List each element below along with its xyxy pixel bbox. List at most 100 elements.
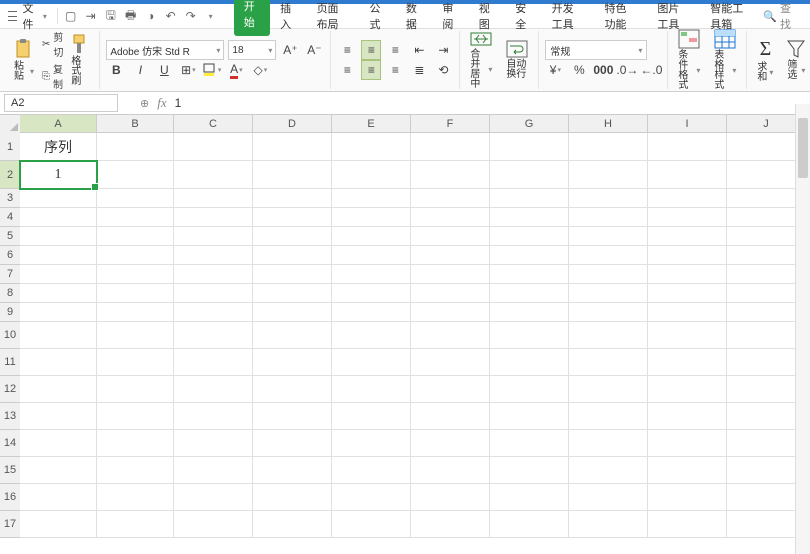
cell-G1[interactable] bbox=[490, 133, 569, 161]
cell-H7[interactable] bbox=[569, 265, 648, 284]
cell-A6[interactable] bbox=[20, 246, 97, 265]
scrollbar-thumb[interactable] bbox=[798, 118, 808, 178]
cell-B9[interactable] bbox=[97, 303, 174, 322]
filter-button[interactable]: 筛选▾ bbox=[783, 38, 809, 83]
row-header-17[interactable]: 17 bbox=[0, 511, 21, 538]
cell-B3[interactable] bbox=[97, 189, 174, 208]
cell-A5[interactable] bbox=[20, 227, 97, 246]
cell-D12[interactable] bbox=[253, 376, 332, 403]
cell-H2[interactable] bbox=[569, 161, 648, 189]
cell-G6[interactable] bbox=[490, 246, 569, 265]
cell-E7[interactable] bbox=[332, 265, 411, 284]
col-header-H[interactable]: H bbox=[569, 115, 648, 133]
zoom-fx-icon[interactable]: ⊕ bbox=[140, 97, 149, 110]
comma-button[interactable]: 000 bbox=[593, 60, 613, 80]
cell-C12[interactable] bbox=[174, 376, 253, 403]
row-header-6[interactable]: 6 bbox=[0, 246, 21, 265]
formula-input[interactable]: 1 bbox=[175, 96, 182, 110]
cell-B2[interactable] bbox=[97, 161, 174, 189]
col-header-F[interactable]: F bbox=[411, 115, 490, 133]
cell-F11[interactable] bbox=[411, 349, 490, 376]
cell-G15[interactable] bbox=[490, 457, 569, 484]
cell-F7[interactable] bbox=[411, 265, 490, 284]
cell-E14[interactable] bbox=[332, 430, 411, 457]
cell-E6[interactable] bbox=[332, 246, 411, 265]
cell-F4[interactable] bbox=[411, 208, 490, 227]
cell-I13[interactable] bbox=[648, 403, 727, 430]
cell-F17[interactable] bbox=[411, 511, 490, 538]
cell-E10[interactable] bbox=[332, 322, 411, 349]
cell-G12[interactable] bbox=[490, 376, 569, 403]
cell-I10[interactable] bbox=[648, 322, 727, 349]
bold-button[interactable]: B bbox=[106, 60, 126, 80]
cell-A7[interactable] bbox=[20, 265, 97, 284]
sum-button[interactable]: Σ 求和▾ bbox=[753, 38, 777, 83]
cell-C14[interactable] bbox=[174, 430, 253, 457]
cell-D7[interactable] bbox=[253, 265, 332, 284]
cell-B17[interactable] bbox=[97, 511, 174, 538]
cell-G4[interactable] bbox=[490, 208, 569, 227]
row-header-2[interactable]: 2 bbox=[0, 161, 21, 189]
increase-font-button[interactable]: A⁺ bbox=[280, 40, 300, 60]
cell-I2[interactable] bbox=[648, 161, 727, 189]
new-icon[interactable]: ▢ bbox=[64, 9, 78, 23]
cell-E15[interactable] bbox=[332, 457, 411, 484]
cell-F6[interactable] bbox=[411, 246, 490, 265]
percent-button[interactable]: % bbox=[569, 60, 589, 80]
row-header-11[interactable]: 11 bbox=[0, 349, 21, 376]
cell-D10[interactable] bbox=[253, 322, 332, 349]
cell-A1[interactable]: 序列 bbox=[20, 133, 97, 161]
format-painter-button[interactable]: 格式刷 bbox=[67, 29, 93, 91]
row-header-13[interactable]: 13 bbox=[0, 403, 21, 430]
cell-C8[interactable] bbox=[174, 284, 253, 303]
font-name-select[interactable]: Adobe 仿宋 Std R▾ bbox=[106, 40, 224, 60]
paste-button[interactable]: 粘贴▾ bbox=[10, 29, 38, 91]
cell-G7[interactable] bbox=[490, 265, 569, 284]
cell-C9[interactable] bbox=[174, 303, 253, 322]
cell-F8[interactable] bbox=[411, 284, 490, 303]
cell-E3[interactable] bbox=[332, 189, 411, 208]
cell-E2[interactable] bbox=[332, 161, 411, 189]
cell-C4[interactable] bbox=[174, 208, 253, 227]
copy-button[interactable]: ⎘复制 bbox=[42, 61, 63, 91]
font-color-button[interactable]: A▾ bbox=[226, 60, 246, 80]
cell-A8[interactable] bbox=[20, 284, 97, 303]
row-header-14[interactable]: 14 bbox=[0, 430, 21, 457]
align-bottom-button[interactable]: ≡ bbox=[385, 40, 405, 60]
qat-dropdown-icon[interactable]: ▾ bbox=[204, 9, 218, 23]
cell-E1[interactable] bbox=[332, 133, 411, 161]
cell-I14[interactable] bbox=[648, 430, 727, 457]
cell-I17[interactable] bbox=[648, 511, 727, 538]
cell-I15[interactable] bbox=[648, 457, 727, 484]
print-icon[interactable]: 🖶 bbox=[124, 9, 138, 23]
col-header-E[interactable]: E bbox=[332, 115, 411, 133]
cell-A13[interactable] bbox=[20, 403, 97, 430]
cell-G5[interactable] bbox=[490, 227, 569, 246]
cell-B14[interactable] bbox=[97, 430, 174, 457]
cell-D15[interactable] bbox=[253, 457, 332, 484]
undo-icon[interactable]: ↶ bbox=[164, 9, 178, 23]
cut-button[interactable]: ✂剪切 bbox=[42, 29, 63, 59]
row-header-8[interactable]: 8 bbox=[0, 284, 21, 303]
cell-C5[interactable] bbox=[174, 227, 253, 246]
cell-G2[interactable] bbox=[490, 161, 569, 189]
cell-E13[interactable] bbox=[332, 403, 411, 430]
row-header-4[interactable]: 4 bbox=[0, 208, 21, 227]
cell-E12[interactable] bbox=[332, 376, 411, 403]
col-header-D[interactable]: D bbox=[253, 115, 332, 133]
search-box[interactable]: 🔍 查找 bbox=[763, 0, 806, 32]
cell-B13[interactable] bbox=[97, 403, 174, 430]
cell-H13[interactable] bbox=[569, 403, 648, 430]
cell-G8[interactable] bbox=[490, 284, 569, 303]
cell-H1[interactable] bbox=[569, 133, 648, 161]
cell-A9[interactable] bbox=[20, 303, 97, 322]
cell-C17[interactable] bbox=[174, 511, 253, 538]
cell-F2[interactable] bbox=[411, 161, 490, 189]
cell-D11[interactable] bbox=[253, 349, 332, 376]
cell-C2[interactable] bbox=[174, 161, 253, 189]
cell-H14[interactable] bbox=[569, 430, 648, 457]
col-header-I[interactable]: I bbox=[648, 115, 727, 133]
cell-A2[interactable]: 1 bbox=[20, 161, 97, 189]
cell-A14[interactable] bbox=[20, 430, 97, 457]
cell-I1[interactable] bbox=[648, 133, 727, 161]
